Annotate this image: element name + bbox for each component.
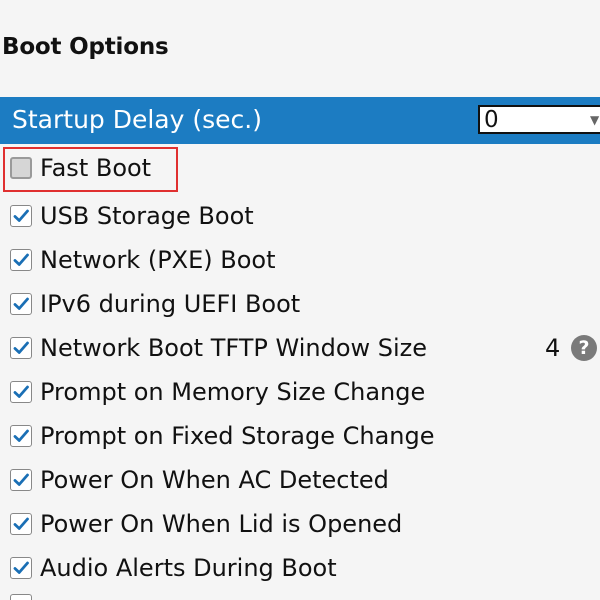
prompt-memory-change-checkbox[interactable] (10, 381, 32, 403)
usb-storage-boot-checkbox[interactable] (10, 205, 32, 227)
fast-boot-checkbox[interactable] (10, 157, 32, 179)
startup-delay-select[interactable]: 0 ▼ (478, 105, 600, 134)
checkmark-icon (13, 385, 29, 398)
option-label: Prompt on Fixed Storage Change (40, 422, 435, 450)
help-icon[interactable]: ? (571, 335, 597, 361)
option-label: Audio Alerts During Boot (40, 554, 337, 582)
option-usb-storage-boot[interactable]: USB Storage Boot (10, 201, 600, 233)
checkmark-icon (13, 473, 29, 486)
checkmark-icon (13, 561, 29, 574)
option-fast-boot[interactable]: Fast Boot (10, 153, 600, 185)
option-ipv6-uefi-boot[interactable]: IPv6 during UEFI Boot (10, 289, 600, 321)
checkmark-icon (13, 341, 29, 354)
option-label: Network Boot TFTP Window Size (40, 334, 428, 362)
startup-delay-label: Startup Delay (sec.) (12, 105, 262, 134)
startup-delay-row: Startup Delay (sec.) 0 ▼ (0, 97, 600, 144)
option-power-on-lid[interactable]: Power On When Lid is Opened (10, 509, 600, 541)
option-audio-alerts[interactable]: Audio Alerts During Boot (10, 553, 600, 585)
checkmark-icon (13, 297, 29, 310)
network-pxe-boot-checkbox[interactable] (10, 249, 32, 271)
option-prompt-memory-change[interactable]: Prompt on Memory Size Change (10, 377, 600, 409)
audio-alerts-checkbox[interactable] (10, 557, 32, 579)
option-label: Prompt on Memory Size Change (40, 378, 426, 406)
option-prompt-fixed-storage-change[interactable]: Prompt on Fixed Storage Change (10, 421, 600, 453)
tftp-window-size-value: 4 (545, 334, 561, 362)
option-tftp-window-size[interactable]: Network Boot TFTP Window Size 4 ? (10, 333, 600, 365)
startup-delay-value: 0 (484, 107, 499, 133)
power-on-ac-checkbox[interactable] (10, 469, 32, 491)
tftp-window-size-checkbox[interactable] (10, 337, 32, 359)
checkmark-icon (13, 209, 29, 222)
next-option-checkbox[interactable] (10, 594, 32, 600)
chevron-down-icon[interactable]: ▼ (590, 109, 600, 131)
option-label: Power On When AC Detected (40, 466, 389, 494)
section-title: Boot Options (2, 34, 169, 60)
boot-options-page: Boot Options Startup Delay (sec.) 0 ▼ Fa… (0, 0, 600, 600)
checkmark-icon (13, 429, 29, 442)
checkmark-icon (13, 517, 29, 530)
option-label: IPv6 during UEFI Boot (40, 290, 301, 318)
checkmark-icon (13, 253, 29, 266)
option-label: Power On When Lid is Opened (40, 510, 403, 538)
option-label: USB Storage Boot (40, 202, 254, 230)
ipv6-uefi-boot-checkbox[interactable] (10, 293, 32, 315)
option-label: Fast Boot (40, 154, 152, 182)
power-on-lid-checkbox[interactable] (10, 513, 32, 535)
prompt-fixed-storage-change-checkbox[interactable] (10, 425, 32, 447)
option-network-pxe-boot[interactable]: Network (PXE) Boot (10, 245, 600, 277)
option-label: Network (PXE) Boot (40, 246, 276, 274)
option-power-on-ac[interactable]: Power On When AC Detected (10, 465, 600, 497)
